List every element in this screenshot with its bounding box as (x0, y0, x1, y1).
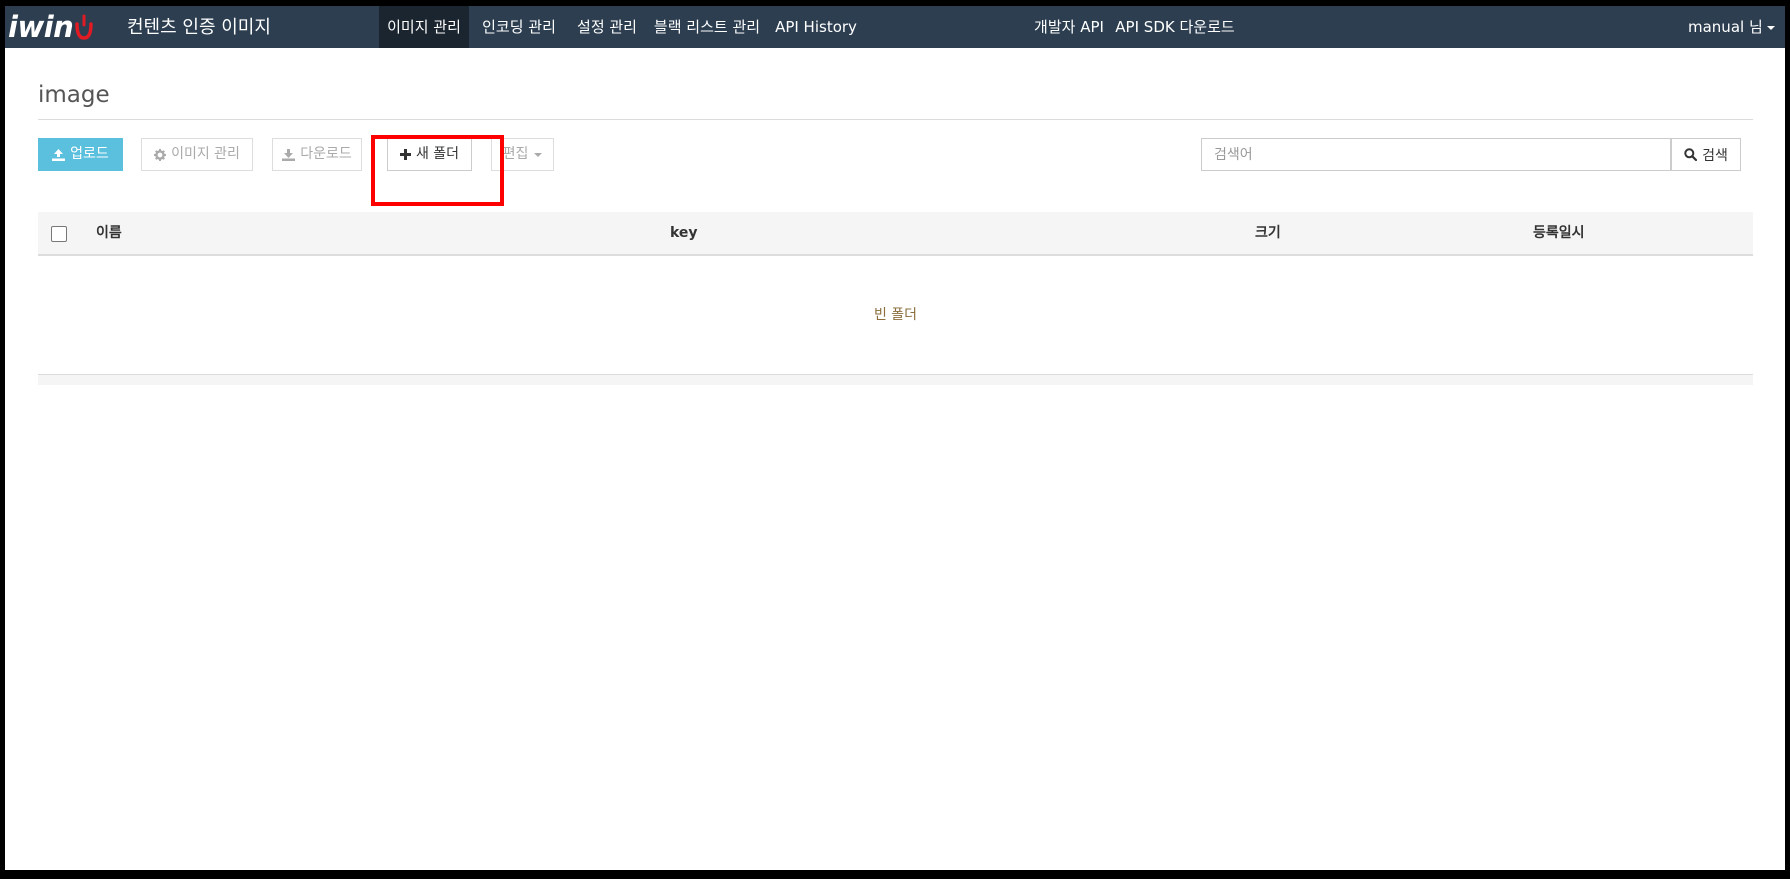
search-button-label: 검색 (1702, 147, 1728, 164)
smile-icon (75, 14, 94, 40)
table-header: 이름 key 크기 등록일시 (38, 212, 1753, 256)
upload-icon (52, 148, 66, 161)
user-menu[interactable]: manual 님 (1688, 6, 1785, 48)
search-input[interactable] (1201, 138, 1671, 171)
app-window: iwin 컨텐츠 인증 이미지 이미지 관리 인코딩 관리 설정 관리 블랙 리… (5, 6, 1785, 870)
column-registered-at[interactable]: 등록일시 (1533, 212, 1585, 254)
nav-blacklist-management[interactable]: 블랙 리스트 관리 (647, 6, 767, 48)
chevron-down-icon (1766, 25, 1775, 30)
highlight-box (371, 135, 504, 206)
column-name[interactable]: 이름 (96, 212, 122, 254)
select-all-checkbox[interactable] (51, 226, 67, 242)
column-key[interactable]: key (670, 212, 698, 254)
nav-developer-api[interactable]: 개발자 API (1030, 6, 1108, 48)
empty-folder-text: 빈 폴더 (873, 307, 918, 323)
download-button[interactable]: 다운로드 (272, 138, 362, 171)
logo-text: iwin (8, 10, 74, 44)
search-icon (1684, 148, 1698, 161)
search-button[interactable]: 검색 (1671, 138, 1741, 171)
nav-image-management[interactable]: 이미지 관리 (379, 6, 469, 48)
user-menu-label: manual 님 (1688, 18, 1763, 36)
top-navbar: iwin 컨텐츠 인증 이미지 이미지 관리 인코딩 관리 설정 관리 블랙 리… (5, 6, 1785, 48)
nav-api-sdk-download[interactable]: API SDK 다운로드 (1112, 6, 1238, 48)
logo[interactable]: iwin (8, 7, 94, 47)
image-manage-button[interactable]: 이미지 관리 (141, 138, 253, 171)
brand-title[interactable]: 컨텐츠 인증 이미지 (127, 6, 271, 48)
nav-api-history[interactable]: API History (770, 6, 862, 48)
download-button-label: 다운로드 (300, 146, 352, 162)
nav-encoding-management[interactable]: 인코딩 관리 (474, 6, 564, 48)
chevron-down-icon (534, 152, 543, 157)
page-title: image (38, 82, 110, 108)
upload-button-label: 업로드 (70, 146, 109, 162)
download-icon (282, 148, 296, 161)
upload-button[interactable]: 업로드 (38, 138, 123, 171)
divider (38, 119, 1753, 120)
table-footer (38, 374, 1753, 385)
nav-settings-management[interactable]: 설정 관리 (568, 6, 646, 48)
gear-icon (154, 148, 167, 161)
column-size[interactable]: 크기 (1255, 212, 1281, 254)
edit-button-label: 편집 (502, 146, 529, 162)
empty-folder-message: 빈 폴더 (38, 256, 1753, 325)
image-manage-button-label: 이미지 관리 (171, 146, 240, 162)
